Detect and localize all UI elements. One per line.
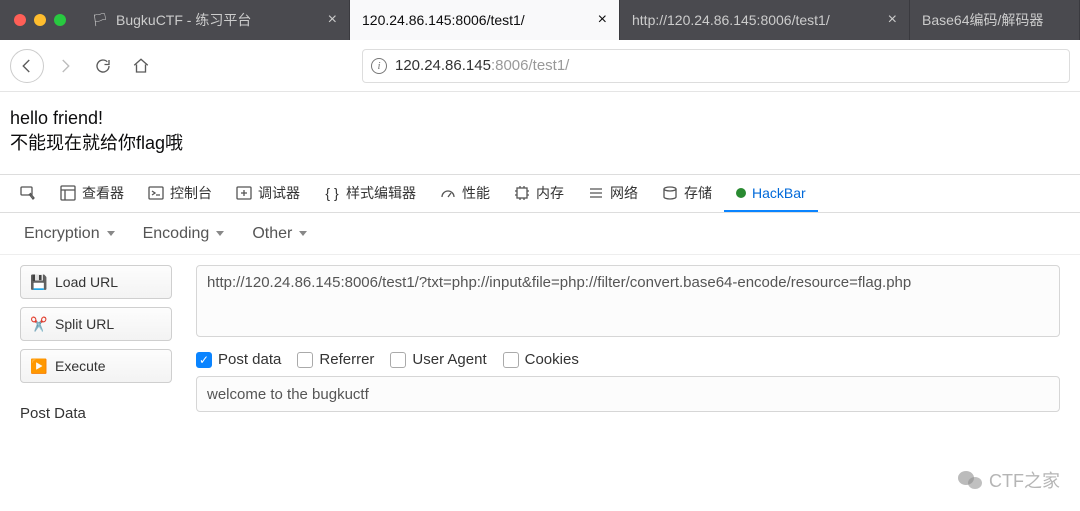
disk-icon: 💾 xyxy=(31,274,47,290)
post-data-label: Post Data xyxy=(20,405,172,422)
devtools-tabs: 查看器 控制台 调试器 { }样式编辑器 性能 内存 网络 存储 HackBar xyxy=(0,175,1080,213)
checkbox-icon[interactable] xyxy=(390,352,406,368)
tab-memory[interactable]: 内存 xyxy=(502,175,576,212)
chevron-down-icon xyxy=(107,231,115,236)
checkbox-icon[interactable] xyxy=(297,352,313,368)
inspector-icon xyxy=(60,185,76,201)
opt-user-agent[interactable]: User Agent xyxy=(390,351,486,368)
load-url-button[interactable]: 💾Load URL xyxy=(20,265,172,299)
post-data-input[interactable] xyxy=(196,376,1060,412)
hackbar-url-input[interactable] xyxy=(196,265,1060,337)
tab-performance[interactable]: 性能 xyxy=(428,175,502,212)
menu-other[interactable]: Other xyxy=(252,225,307,243)
maximize-window-icon[interactable] xyxy=(54,14,66,26)
tab-style-editor[interactable]: { }样式编辑器 xyxy=(312,175,428,212)
nav-bar: i 120.24.86.145:8006/test1/ xyxy=(0,40,1080,92)
chevron-down-icon xyxy=(216,231,224,236)
tab-label: http://120.24.86.145:8006/test1/ xyxy=(632,12,874,28)
wechat-icon xyxy=(957,469,983,491)
close-icon[interactable]: × xyxy=(328,11,337,29)
tab-label: BugkuCTF - 练习平台 xyxy=(116,10,314,30)
hackbar-menu-row: Encryption Encoding Other xyxy=(0,213,1080,255)
close-window-icon[interactable] xyxy=(14,14,26,26)
watermark: CTF之家 xyxy=(957,467,1060,493)
chevron-down-icon xyxy=(299,231,307,236)
console-icon xyxy=(148,185,164,201)
flag-icon: 🏳 xyxy=(92,12,108,28)
forward-button xyxy=(48,49,82,83)
tab-storage[interactable]: 存储 xyxy=(650,175,724,212)
dot-icon xyxy=(736,188,746,198)
tab-label: 120.24.86.145:8006/test1/ xyxy=(362,12,584,28)
menu-encoding[interactable]: Encoding xyxy=(143,225,225,243)
page-content: hello friend! 不能现在就给你flag哦 xyxy=(0,92,1080,174)
checkbox-icon[interactable] xyxy=(503,352,519,368)
browser-tab[interactable]: Base64编码/解码器 xyxy=(910,0,1080,40)
close-icon[interactable]: × xyxy=(598,11,607,29)
tab-debugger[interactable]: 调试器 xyxy=(224,175,312,212)
browser-tab[interactable]: 🏳 BugkuCTF - 练习平台 × xyxy=(80,0,350,40)
info-icon[interactable]: i xyxy=(371,58,387,74)
picker-icon xyxy=(20,185,36,201)
page-text-line: 不能现在就给你flag哦 xyxy=(10,131,1070,156)
window-chrome: 🏳 BugkuCTF - 练习平台 × 120.24.86.145:8006/t… xyxy=(0,0,1080,40)
browser-tab[interactable]: http://120.24.86.145:8006/test1/ × xyxy=(620,0,910,40)
storage-icon xyxy=(662,185,678,201)
braces-icon: { } xyxy=(324,185,340,201)
tab-console[interactable]: 控制台 xyxy=(136,175,224,212)
hackbar-main: 💾Load URL ✂️Split URL ▶️Execute Post Dat… xyxy=(0,255,1080,422)
reload-button[interactable] xyxy=(86,49,120,83)
tab-inspector[interactable]: 查看器 xyxy=(48,175,136,212)
back-button[interactable] xyxy=(10,49,44,83)
browser-tab[interactable]: 120.24.86.145:8006/test1/ × xyxy=(350,0,620,40)
tab-label: Base64编码/解码器 xyxy=(922,10,1067,30)
checkbox-icon[interactable] xyxy=(196,352,212,368)
traffic-lights xyxy=(0,0,80,40)
page-text-line: hello friend! xyxy=(10,106,1070,131)
execute-button[interactable]: ▶️Execute xyxy=(20,349,172,383)
tab-network[interactable]: 网络 xyxy=(576,175,650,212)
address-bar[interactable]: i 120.24.86.145:8006/test1/ xyxy=(362,49,1070,83)
url-text: 120.24.86.145:8006/test1/ xyxy=(395,57,1061,74)
hackbar-options: Post data Referrer User Agent Cookies xyxy=(196,351,1060,368)
devtools-panel: 查看器 控制台 调试器 { }样式编辑器 性能 内存 网络 存储 HackBar… xyxy=(0,174,1080,422)
close-icon[interactable]: × xyxy=(888,11,897,29)
browser-tabs: 🏳 BugkuCTF - 练习平台 × 120.24.86.145:8006/t… xyxy=(80,0,1080,40)
devtools-picker[interactable] xyxy=(8,175,48,212)
hackbar-buttons: 💾Load URL ✂️Split URL ▶️Execute Post Dat… xyxy=(20,265,172,422)
hackbar-inputs: Post data Referrer User Agent Cookies xyxy=(196,265,1060,422)
opt-referrer[interactable]: Referrer xyxy=(297,351,374,368)
gauge-icon xyxy=(440,185,456,201)
split-url-button[interactable]: ✂️Split URL xyxy=(20,307,172,341)
tab-hackbar[interactable]: HackBar xyxy=(724,175,818,212)
opt-cookies[interactable]: Cookies xyxy=(503,351,579,368)
minimize-window-icon[interactable] xyxy=(34,14,46,26)
network-icon xyxy=(588,185,604,201)
scissors-icon: ✂️ xyxy=(31,316,47,332)
play-icon: ▶️ xyxy=(31,358,47,374)
opt-post-data[interactable]: Post data xyxy=(196,351,281,368)
menu-encryption[interactable]: Encryption xyxy=(24,225,115,243)
home-button[interactable] xyxy=(124,49,158,83)
debugger-icon xyxy=(236,185,252,201)
memory-icon xyxy=(514,185,530,201)
